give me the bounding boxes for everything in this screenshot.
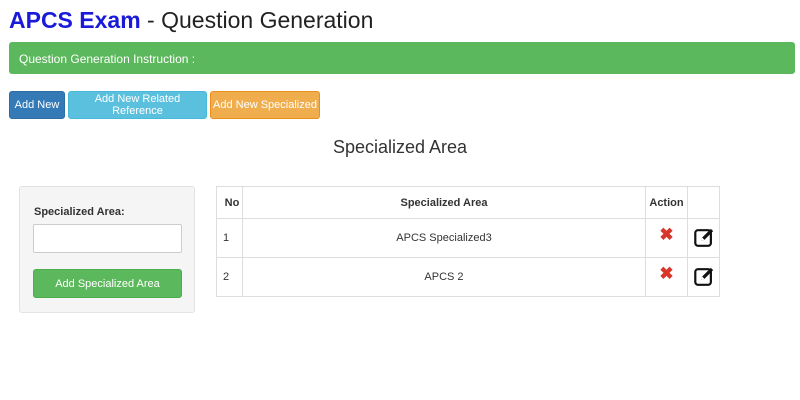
- specialized-area-input[interactable]: [33, 224, 182, 253]
- specialized-area-label: Specialized Area:: [34, 206, 125, 218]
- edit-icon[interactable]: [693, 227, 715, 249]
- specialized-area-form: Specialized Area: Add Specialized Area: [19, 186, 195, 313]
- row-edit-cell: [687, 218, 720, 258]
- row-no: 1: [216, 218, 243, 258]
- page-title-brand: APCS Exam: [9, 7, 141, 33]
- row-no: 2: [216, 257, 243, 297]
- delete-icon[interactable]: ✖: [659, 226, 673, 243]
- instruction-text: Question Generation Instruction :: [19, 52, 196, 66]
- row-edit-cell: [687, 257, 720, 297]
- header-specialized-area: Specialized Area: [242, 186, 646, 219]
- row-action-cell: ✖: [645, 218, 688, 258]
- add-new-button[interactable]: Add New: [9, 91, 65, 119]
- specialized-area-table: No Specialized Area Action 1 APCS Specia…: [216, 186, 720, 297]
- row-area: APCS Specialized3: [242, 218, 646, 258]
- add-related-reference-button[interactable]: Add New Related Reference: [68, 91, 207, 119]
- row-action-cell: ✖: [645, 257, 688, 297]
- row-area: APCS 2: [242, 257, 646, 297]
- table-row: 1 APCS Specialized3 ✖: [216, 218, 720, 258]
- header-no: No: [216, 186, 243, 219]
- page-title-text: Question Generation: [161, 7, 374, 33]
- delete-icon[interactable]: ✖: [659, 265, 673, 282]
- header-action: Action: [645, 186, 688, 219]
- add-specialized-button[interactable]: Add New Specialized: [210, 91, 320, 119]
- section-title: Specialized Area: [332, 137, 468, 157]
- page-title-separator: -: [140, 7, 162, 33]
- header-blank: [687, 186, 720, 219]
- table-header-row: No Specialized Area Action: [216, 186, 720, 219]
- instruction-bar: Question Generation Instruction :: [9, 42, 795, 74]
- add-specialized-area-button[interactable]: Add Specialized Area: [33, 269, 182, 298]
- page-title: APCS Exam - Question Generation: [9, 7, 373, 33]
- edit-icon[interactable]: [693, 266, 715, 288]
- table-row: 2 APCS 2 ✖: [216, 257, 720, 297]
